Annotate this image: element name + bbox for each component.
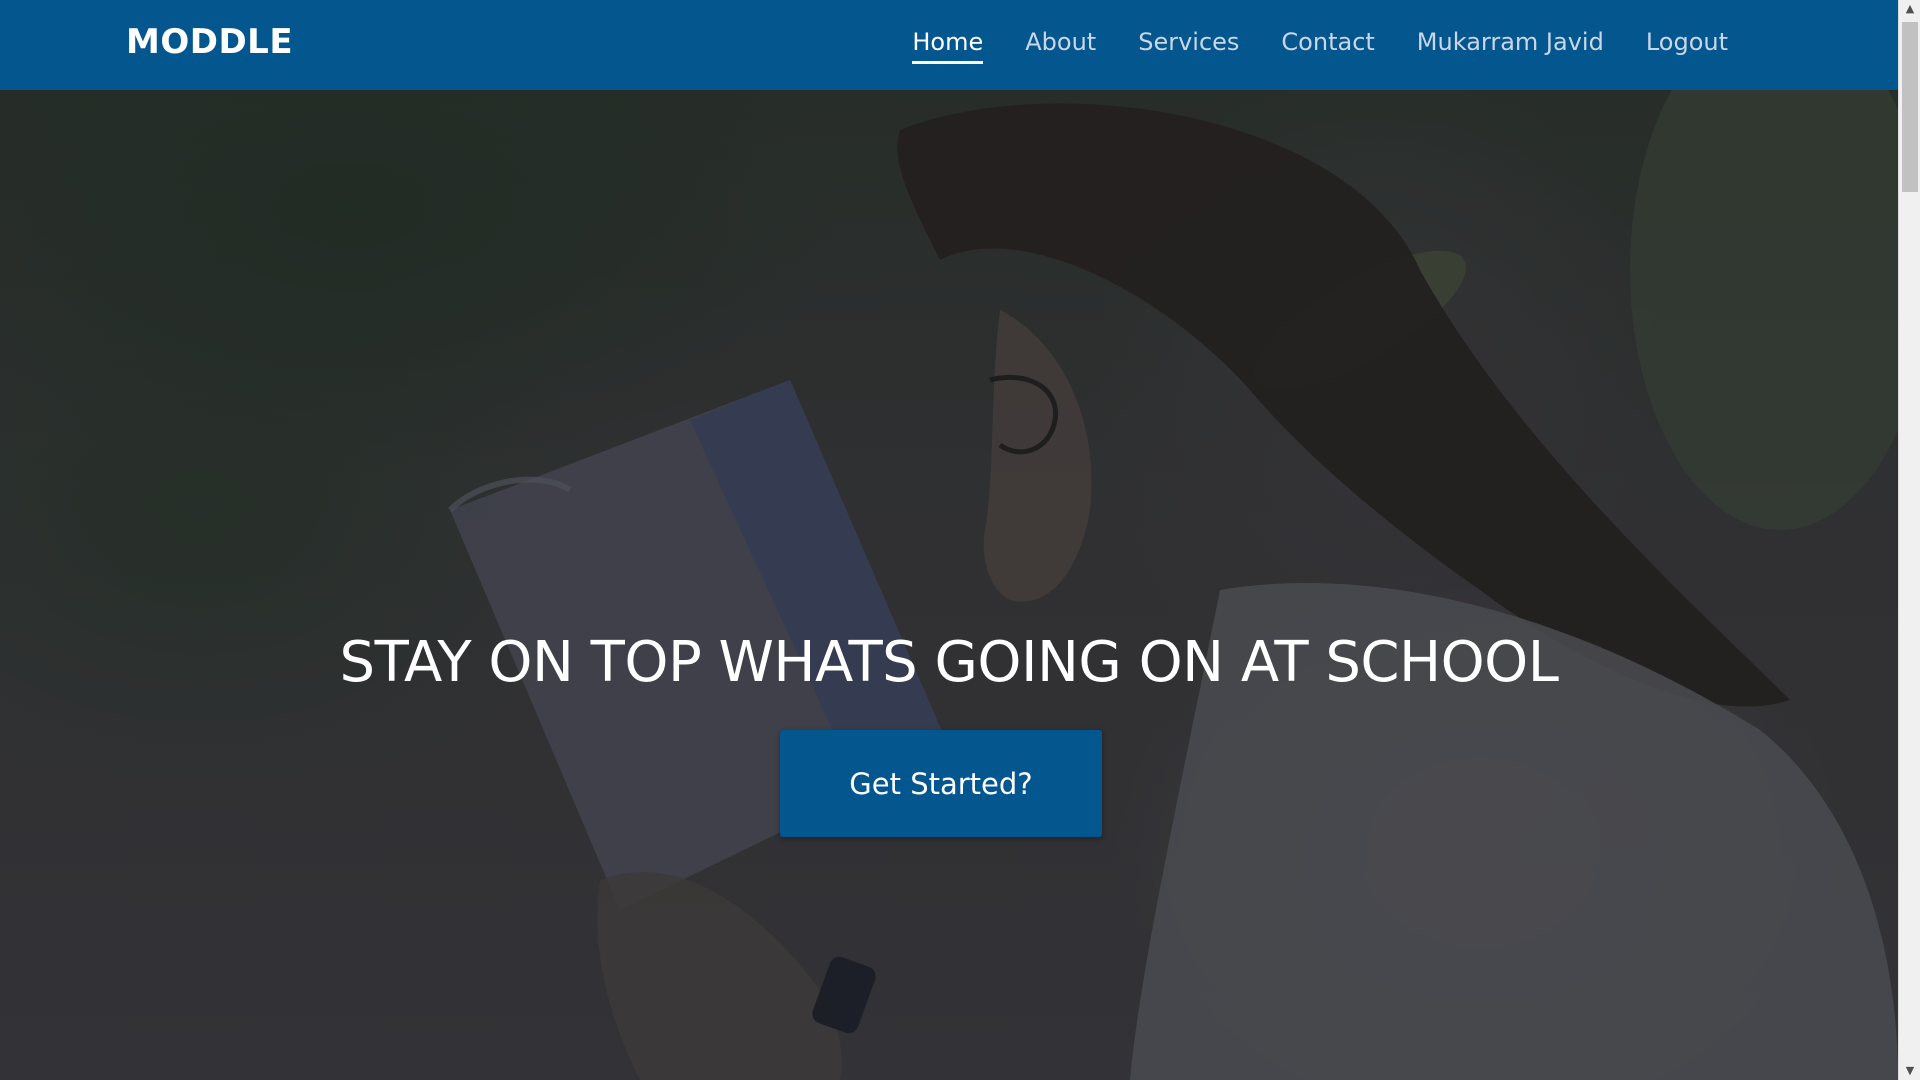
page: MODDLE Home About Services Contact Mukar… [0, 0, 1898, 1080]
nav-link-home[interactable]: Home [912, 28, 984, 64]
nav-link-about[interactable]: About [1025, 28, 1096, 64]
nav-links: Home About Services Contact Mukarram Jav… [912, 28, 1728, 64]
brand-logo[interactable]: MODDLE [126, 22, 293, 62]
chevron-down-icon[interactable]: ▼ [1899, 1062, 1920, 1080]
scrollbar-thumb[interactable] [1902, 22, 1918, 192]
get-started-button[interactable]: Get Started? [780, 730, 1102, 837]
navbar: MODDLE Home About Services Contact Mukar… [0, 0, 1898, 90]
nav-link-user-profile[interactable]: Mukarram Javid [1417, 28, 1604, 64]
chevron-up-icon[interactable]: ▲ [1899, 0, 1920, 18]
vertical-scrollbar[interactable]: ▲ ▼ [1898, 0, 1920, 1080]
nav-link-services[interactable]: Services [1138, 28, 1239, 64]
hero-overlay [0, 90, 1898, 1080]
hero-title: STAY ON TOP WHATS GOING ON AT SCHOOL [339, 630, 1559, 695]
nav-link-contact[interactable]: Contact [1281, 28, 1374, 64]
hero-section: STAY ON TOP WHATS GOING ON AT SCHOOL Get… [0, 90, 1898, 1080]
nav-link-logout[interactable]: Logout [1646, 28, 1728, 64]
